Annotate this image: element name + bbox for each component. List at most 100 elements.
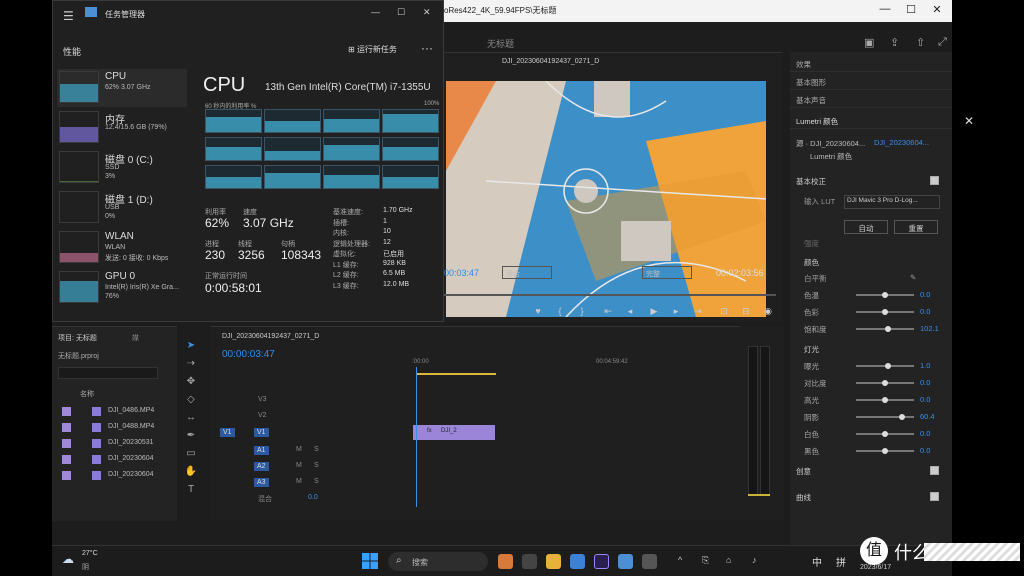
slider-track[interactable] bbox=[856, 414, 914, 420]
reset-button[interactable]: 重置 bbox=[894, 220, 938, 234]
a1-mute[interactable]: M bbox=[296, 446, 302, 453]
hand-tool-icon[interactable]: ✋ bbox=[184, 466, 198, 480]
step-back-icon[interactable]: ◂ bbox=[624, 306, 636, 318]
mix-value[interactable]: 0.0 bbox=[308, 494, 318, 501]
slider-value[interactable]: 1.0 bbox=[920, 361, 930, 370]
slider-knob[interactable] bbox=[882, 431, 888, 437]
type-tool-icon[interactable]: T bbox=[184, 484, 198, 498]
tray-chevron-icon[interactable]: ^ bbox=[678, 555, 682, 565]
project-list-item[interactable]: DJI_20230604 bbox=[60, 469, 176, 483]
slider-value[interactable]: 0.0 bbox=[920, 290, 930, 299]
volume-icon[interactable]: ♪ bbox=[752, 555, 757, 565]
minimize-button[interactable]: — bbox=[878, 3, 892, 17]
slider-knob[interactable] bbox=[882, 448, 888, 454]
fx-name[interactable]: Lumetri 颜色 bbox=[810, 151, 952, 165]
monitor-timecode[interactable]: 00:03:47 bbox=[444, 268, 479, 278]
track-v1-label[interactable]: V1 bbox=[254, 428, 269, 437]
project-list-item[interactable]: DJI_20230531 bbox=[60, 437, 176, 451]
slip-tool-icon[interactable]: ↔ bbox=[184, 412, 198, 426]
task-view-icon[interactable] bbox=[522, 554, 537, 569]
ripple-edit-tool-icon[interactable]: ✥ bbox=[184, 376, 198, 390]
sidebar-item[interactable]: GPU 0 Intel(R) Iris(R) Xe Gra... 76% bbox=[57, 269, 187, 307]
go-to-in-icon[interactable]: ⇤ bbox=[602, 306, 614, 318]
slider-knob[interactable] bbox=[882, 309, 888, 315]
media-tab[interactable]: 媒 bbox=[132, 333, 139, 343]
curves-checkbox[interactable] bbox=[930, 492, 939, 501]
ime-pinyin[interactable]: 拼 bbox=[836, 554, 846, 569]
sidebar-item[interactable]: WLAN WLAN 发送: 0 接收: 0 Kbps bbox=[57, 229, 187, 267]
go-to-out-icon[interactable]: ⇥ bbox=[692, 306, 704, 318]
slider-knob[interactable] bbox=[884, 326, 891, 332]
a3-mute[interactable]: M bbox=[296, 478, 302, 485]
taskbar-search[interactable]: ⌕ 搜索 bbox=[388, 552, 488, 571]
app-icon[interactable] bbox=[642, 554, 657, 569]
a3-solo[interactable]: S bbox=[314, 478, 319, 485]
selection-tool-icon[interactable]: ➤ bbox=[184, 340, 198, 354]
usb-icon[interactable]: ⎘ bbox=[702, 555, 709, 566]
basic-correction-checkbox[interactable] bbox=[930, 176, 939, 185]
slider-track[interactable] bbox=[856, 380, 914, 386]
slider-value[interactable]: 0.0 bbox=[920, 307, 930, 316]
creative-label[interactable]: 创意 bbox=[796, 466, 946, 480]
work-area-bar[interactable] bbox=[416, 373, 496, 375]
slider-knob[interactable] bbox=[882, 292, 888, 298]
task-manager-icon[interactable] bbox=[618, 554, 633, 569]
track-a3-label[interactable]: A3 bbox=[254, 478, 269, 487]
track-a2-label[interactable]: A2 bbox=[254, 462, 269, 471]
track-v2-label[interactable]: V2 bbox=[258, 412, 267, 419]
sidebar-item[interactable]: CPU 62% 3.07 GHz bbox=[57, 69, 187, 107]
effects-section[interactable]: 效果 bbox=[790, 56, 952, 72]
sidebar-item[interactable]: 磁盘 1 (D:) USB 0% bbox=[57, 189, 187, 227]
video-clip[interactable]: fx DJI_2 bbox=[413, 425, 495, 440]
track-select-tool-icon[interactable]: ⇢ bbox=[184, 358, 198, 372]
creative-checkbox[interactable] bbox=[930, 466, 939, 475]
sidebar-item[interactable]: 内存 12.4/15.6 GB (79%) bbox=[57, 109, 187, 147]
tm-close-button[interactable]: ✕ bbox=[423, 7, 431, 18]
slider-track[interactable] bbox=[856, 309, 914, 315]
close-button[interactable]: ✕ bbox=[930, 3, 944, 17]
essential-graphics-section[interactable]: 基本图形 bbox=[790, 74, 952, 90]
light-section-label[interactable]: 灯光 bbox=[804, 344, 952, 358]
a2-mute[interactable]: M bbox=[296, 462, 302, 469]
start-button[interactable] bbox=[362, 553, 378, 569]
ime-chinese[interactable]: 中 bbox=[812, 554, 822, 569]
razor-tool-icon[interactable]: ◇ bbox=[184, 394, 198, 408]
marker-icon[interactable]: ♥ bbox=[532, 306, 544, 318]
slider-value[interactable]: 0.0 bbox=[920, 446, 930, 455]
project-search-input[interactable] bbox=[58, 367, 158, 379]
timeline-ruler[interactable]: :00:00 00:04:59:42 bbox=[360, 359, 740, 371]
slider-knob[interactable] bbox=[882, 380, 888, 386]
slider-value[interactable]: 60.4 bbox=[920, 412, 935, 421]
step-forward-icon[interactable]: ▸ bbox=[670, 306, 682, 318]
timeline-tab[interactable]: DJI_20230604192437_0271_D bbox=[222, 333, 319, 340]
more-options-icon[interactable]: ··· bbox=[421, 41, 433, 55]
basic-correction-label[interactable]: 基本校正 bbox=[796, 176, 946, 190]
run-new-task-button[interactable]: ⊞ 运行新任务 bbox=[348, 44, 397, 55]
quality-dropdown[interactable]: 完整 bbox=[642, 266, 692, 279]
network-icon[interactable]: ⌂ bbox=[726, 555, 731, 565]
extract-icon[interactable]: ⊟ bbox=[740, 306, 752, 318]
color-section-label[interactable]: 颜色 bbox=[804, 257, 952, 271]
track-a1-label[interactable]: A1 bbox=[254, 446, 269, 455]
timeline-timecode[interactable]: 00:00:03:47 bbox=[222, 349, 275, 360]
tm-maximize-button[interactable]: ☐ bbox=[397, 7, 405, 18]
export-icon[interactable]: ⇧ bbox=[916, 36, 928, 49]
slider-value[interactable]: 0.0 bbox=[920, 429, 930, 438]
lift-icon[interactable]: ⊡ bbox=[718, 306, 730, 318]
project-tab[interactable]: 项目: 无标题 bbox=[58, 333, 97, 343]
project-list-item[interactable]: DJI_0488.MP4 bbox=[60, 421, 176, 435]
premiere-icon[interactable] bbox=[594, 554, 609, 569]
slider-knob[interactable] bbox=[882, 397, 888, 403]
project-list-item[interactable]: DJI_20230604 bbox=[60, 453, 176, 467]
slider-track[interactable] bbox=[856, 431, 914, 437]
slider-value[interactable]: 0.0 bbox=[920, 378, 930, 387]
slider-knob[interactable] bbox=[899, 414, 906, 420]
rectangle-tool-icon[interactable]: ▭ bbox=[184, 448, 198, 462]
tm-minimize-button[interactable]: — bbox=[371, 7, 380, 17]
maximize-button[interactable]: ☐ bbox=[904, 3, 918, 17]
auto-button[interactable]: 自动 bbox=[844, 220, 888, 234]
project-list-item[interactable]: DJI_0486.MP4 bbox=[60, 405, 176, 419]
name-column-header[interactable]: 名称 bbox=[80, 389, 94, 399]
track-v3-label[interactable]: V3 bbox=[258, 396, 267, 403]
hamburger-menu-icon[interactable]: ☰ bbox=[63, 9, 74, 23]
